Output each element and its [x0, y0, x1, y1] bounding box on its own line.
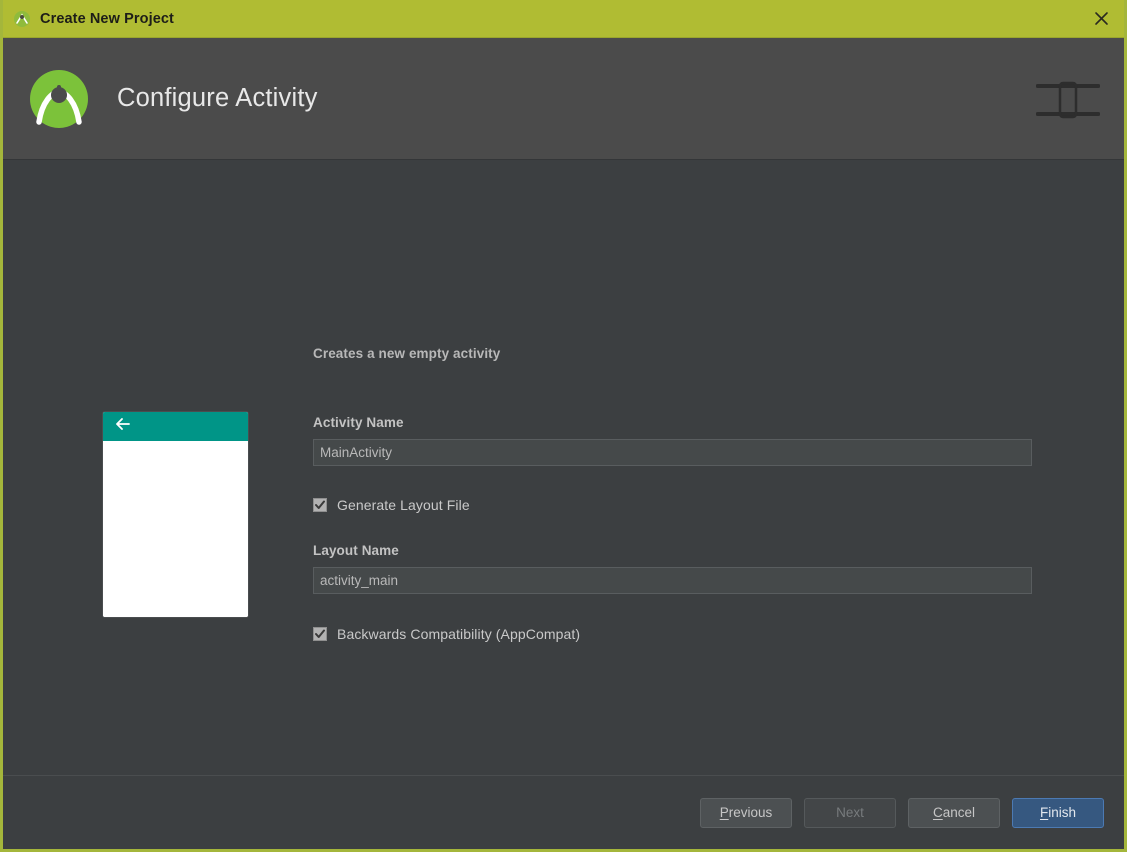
cancel-button[interactable]: Cancel: [908, 797, 1000, 828]
template-description: Creates a new empty activity: [313, 346, 501, 361]
previous-mnemonic: P: [719, 805, 729, 820]
next-button-label: Next: [836, 805, 864, 820]
checkbox-checked-icon[interactable]: [313, 498, 327, 512]
layout-name-input[interactable]: [313, 567, 1032, 594]
dialog-title: Create New Project: [40, 10, 174, 27]
cancel-mnemonic: C: [932, 805, 943, 820]
finish-button[interactable]: Finish: [1012, 797, 1104, 828]
layout-name-label: Layout Name: [313, 543, 399, 558]
wizard-header: Configure Activity: [3, 38, 1124, 160]
activity-name-input[interactable]: [313, 439, 1032, 466]
cancel-button-label: Cancel: [933, 805, 975, 820]
checkbox-checked-icon[interactable]: [313, 627, 327, 641]
previous-button-label: Previous: [720, 805, 773, 820]
backwards-compatibility-label: Backwards Compatibility (AppCompat): [337, 626, 581, 642]
previous-rest: revious: [728, 805, 773, 820]
generate-layout-file-label: Generate Layout File: [337, 497, 470, 513]
preview-content-area: [103, 441, 248, 617]
finish-button-label: Finish: [1040, 805, 1076, 820]
generate-layout-file-checkbox-row[interactable]: Generate Layout File: [313, 497, 1033, 513]
activity-preview-thumbnail: [103, 412, 248, 617]
configure-activity-form: Activity Name Generate Layout File Layou…: [313, 415, 1033, 642]
layout-distribute-icon[interactable]: [1032, 70, 1104, 128]
arrow-left-icon: [114, 416, 132, 437]
android-studio-logo: [28, 68, 90, 130]
previous-button[interactable]: Previous: [700, 797, 792, 828]
finish-rest: inish: [1048, 805, 1076, 820]
cancel-rest: ancel: [942, 805, 976, 820]
preview-appbar: [103, 412, 248, 441]
dialog-titlebar: Create New Project: [3, 0, 1124, 38]
page-title: Configure Activity: [117, 84, 318, 112]
close-icon[interactable]: [1078, 0, 1124, 37]
android-studio-icon: [13, 10, 31, 28]
wizard-body: Creates a new empty activity Activity Na…: [3, 160, 1124, 775]
create-new-project-dialog: Create New Project Configure Activity Cr…: [0, 0, 1127, 852]
next-button[interactable]: Next: [804, 797, 896, 828]
finish-mnemonic: F: [1039, 805, 1049, 820]
dialog-footer: Previous Next Cancel Finish: [3, 775, 1124, 849]
activity-name-label: Activity Name: [313, 415, 404, 430]
backwards-compatibility-checkbox-row[interactable]: Backwards Compatibility (AppCompat): [313, 626, 1033, 642]
